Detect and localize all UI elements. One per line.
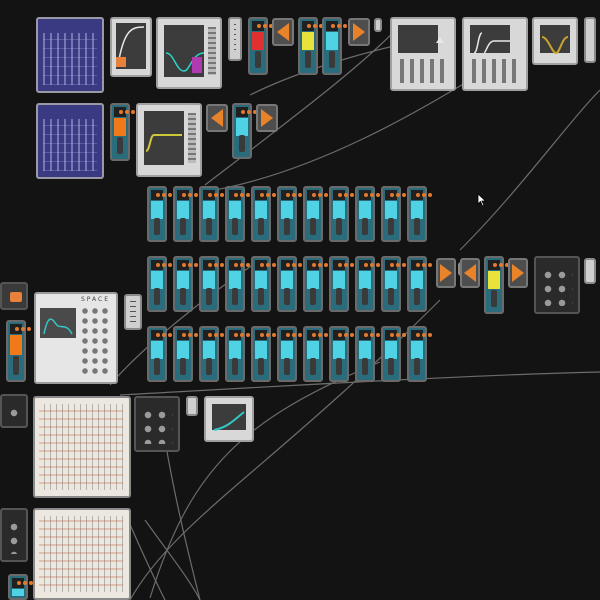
matrix-pedal[interactable] bbox=[277, 256, 297, 312]
chevron-left-icon bbox=[211, 109, 223, 127]
matrix-pedal[interactable] bbox=[147, 256, 167, 312]
matrix-pedal[interactable] bbox=[199, 186, 219, 242]
chevron-left-icon bbox=[464, 264, 476, 282]
chevron-right-icon bbox=[261, 109, 273, 127]
cyan-pedal-2[interactable] bbox=[232, 103, 252, 159]
yellow-pedal-chain[interactable] bbox=[484, 256, 504, 314]
left-edge-unit[interactable] bbox=[0, 282, 28, 310]
flip-right-button-4[interactable] bbox=[508, 258, 528, 288]
jack-block[interactable] bbox=[374, 18, 382, 32]
eq-display-gold[interactable] bbox=[532, 17, 578, 65]
rack-canvas[interactable]: SPACE bbox=[0, 0, 600, 600]
matrix-pedal[interactable] bbox=[407, 186, 427, 242]
mixer-console-2[interactable] bbox=[33, 508, 131, 600]
synth-module-1[interactable] bbox=[36, 17, 104, 93]
matrix-pedal[interactable] bbox=[303, 326, 323, 382]
flip-left-button[interactable] bbox=[272, 18, 294, 46]
matrix-pedal[interactable] bbox=[329, 256, 349, 312]
space-reverb-module[interactable]: SPACE bbox=[34, 292, 118, 384]
flip-right-button[interactable] bbox=[348, 18, 370, 46]
curve-display-teal[interactable] bbox=[204, 396, 254, 442]
envelope-display-1[interactable] bbox=[110, 17, 152, 77]
matrix-pedal[interactable] bbox=[303, 256, 323, 312]
matrix-pedal[interactable] bbox=[381, 186, 401, 242]
matrix-pedal[interactable] bbox=[407, 256, 427, 312]
matrix-pedal[interactable] bbox=[277, 326, 297, 382]
matrix-pedal[interactable] bbox=[251, 186, 271, 242]
flip-left-button-2[interactable] bbox=[206, 104, 228, 132]
synth-module-2[interactable] bbox=[36, 103, 104, 179]
matrix-pedal[interactable] bbox=[173, 186, 193, 242]
flip-left-button-3[interactable] bbox=[460, 258, 480, 288]
red-pedal[interactable] bbox=[248, 17, 268, 75]
filter-display-yellow[interactable] bbox=[136, 103, 202, 177]
chevron-left-icon bbox=[277, 23, 289, 41]
matrix-pedal[interactable] bbox=[381, 326, 401, 382]
cyan-pedal-bottom[interactable] bbox=[8, 574, 28, 600]
matrix-pedal[interactable] bbox=[225, 326, 245, 382]
matrix-pedal[interactable] bbox=[199, 326, 219, 382]
matrix-pedal[interactable] bbox=[147, 186, 167, 242]
flip-right-button-3[interactable] bbox=[436, 258, 456, 288]
matrix-pedal[interactable] bbox=[407, 326, 427, 382]
left-dark-1[interactable] bbox=[0, 394, 28, 428]
matrix-pedal[interactable] bbox=[225, 256, 245, 312]
flip-right-button-2[interactable] bbox=[256, 104, 278, 132]
matrix-pedal[interactable] bbox=[173, 326, 193, 382]
matrix-pedal[interactable] bbox=[147, 326, 167, 382]
matrix-pedal[interactable] bbox=[329, 326, 349, 382]
cyan-pedal-top[interactable] bbox=[322, 17, 342, 75]
mini-control-3[interactable] bbox=[186, 396, 198, 416]
dark-effect-2[interactable] bbox=[134, 396, 180, 452]
chevron-right-icon bbox=[512, 264, 524, 282]
matrix-pedal[interactable] bbox=[173, 256, 193, 312]
mini-control-strip[interactable] bbox=[228, 17, 242, 61]
chevron-right-icon bbox=[440, 264, 452, 282]
chevron-right-icon bbox=[353, 23, 365, 41]
side-strip-mid[interactable] bbox=[584, 258, 596, 284]
matrix-pedal[interactable] bbox=[251, 326, 271, 382]
matrix-pedal[interactable] bbox=[355, 326, 375, 382]
eq-display-purple[interactable] bbox=[156, 17, 222, 89]
dark-effect-unit[interactable] bbox=[534, 256, 580, 314]
matrix-pedal[interactable] bbox=[199, 256, 219, 312]
matrix-pedal[interactable] bbox=[303, 186, 323, 242]
side-strip-top[interactable] bbox=[584, 17, 596, 63]
mouse-cursor-icon bbox=[477, 193, 487, 207]
matrix-pedal[interactable] bbox=[277, 186, 297, 242]
orange-pedal-left[interactable] bbox=[6, 320, 26, 382]
mixer-display-1[interactable] bbox=[390, 17, 456, 91]
yellow-pedal-top[interactable] bbox=[298, 17, 318, 75]
matrix-pedal[interactable] bbox=[329, 186, 349, 242]
mixer-display-2[interactable] bbox=[462, 17, 528, 91]
mixer-console-1[interactable] bbox=[33, 396, 131, 498]
matrix-pedal[interactable] bbox=[251, 256, 271, 312]
matrix-pedal[interactable] bbox=[355, 186, 375, 242]
matrix-pedal[interactable] bbox=[225, 186, 245, 242]
orange-pedal[interactable] bbox=[110, 103, 130, 161]
pedal-matrix bbox=[147, 186, 432, 390]
matrix-pedal[interactable] bbox=[355, 256, 375, 312]
mini-control-2[interactable] bbox=[124, 294, 142, 330]
left-dark-2[interactable] bbox=[0, 508, 28, 562]
matrix-pedal[interactable] bbox=[381, 256, 401, 312]
